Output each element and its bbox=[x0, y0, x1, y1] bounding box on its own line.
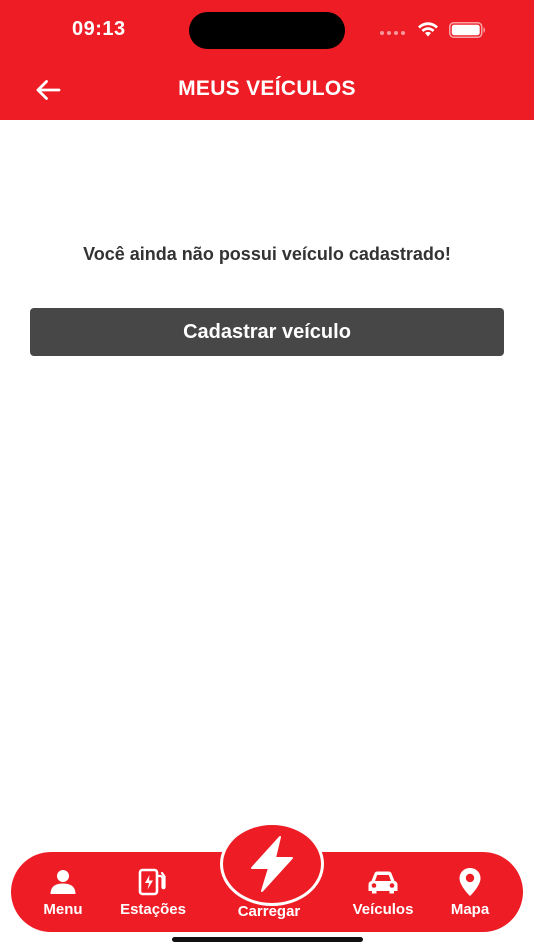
dynamic-island bbox=[189, 12, 345, 49]
page-title: MEUS VEÍCULOS bbox=[178, 77, 356, 100]
map-pin-icon bbox=[459, 868, 481, 896]
tab-veiculos[interactable]: Veículos bbox=[345, 852, 421, 932]
empty-state-message: Você ainda não possui veículo cadastrado… bbox=[83, 244, 451, 264]
status-time: 09:13 bbox=[72, 18, 126, 40]
tab-menu[interactable]: Menu bbox=[33, 852, 93, 932]
tab-veiculos-label: Veículos bbox=[352, 901, 414, 918]
charge-button[interactable] bbox=[220, 822, 324, 906]
tab-mapa[interactable]: Mapa bbox=[441, 852, 499, 932]
register-vehicle-button[interactable]: Cadastrar veículo bbox=[30, 308, 504, 356]
wifi-icon bbox=[418, 22, 438, 37]
tab-mapa-label: Mapa bbox=[450, 901, 490, 918]
lightning-icon bbox=[251, 836, 293, 892]
tab-estacoes-label: Estações bbox=[120, 901, 186, 918]
cellular-signal-icon bbox=[380, 31, 405, 35]
tab-estacoes[interactable]: Estações bbox=[113, 852, 193, 932]
tab-menu-label: Menu bbox=[43, 901, 83, 918]
charging-station-icon bbox=[138, 868, 166, 896]
app-header: 09:13 MEUS VEÍCULOS bbox=[0, 0, 534, 120]
home-indicator[interactable] bbox=[172, 937, 363, 942]
tab-carregar-label: Carregar bbox=[237, 903, 301, 920]
battery-icon bbox=[449, 22, 485, 38]
car-icon bbox=[368, 871, 398, 894]
person-icon bbox=[50, 870, 76, 894]
